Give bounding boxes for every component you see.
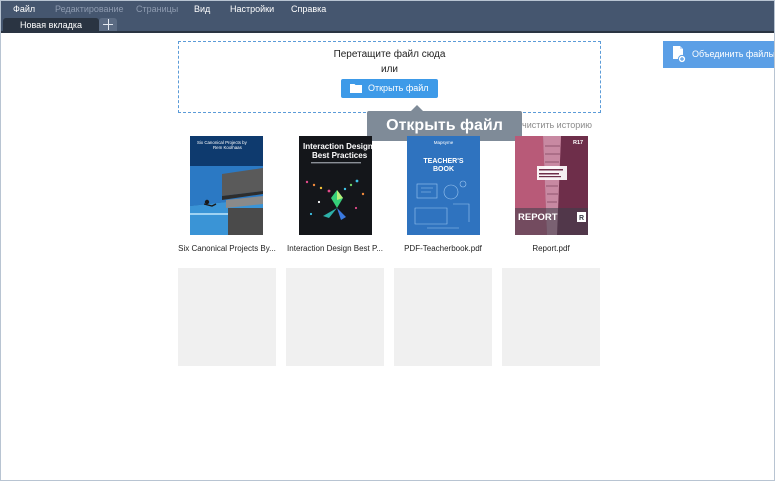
cover-logo: R: [579, 215, 584, 222]
open-file-label: Открыть файл: [368, 83, 429, 93]
menu-file[interactable]: Файл: [13, 4, 35, 14]
cover-title: REPORT: [518, 212, 558, 223]
file-thumbnail[interactable]: R17 REPORT R: [515, 136, 588, 235]
empty-file-slot: [394, 268, 492, 366]
merge-files-icon: [673, 46, 686, 63]
cover-title-line1: TEACHER'S: [423, 158, 463, 165]
menu-settings[interactable]: Настройки: [230, 4, 274, 14]
file-thumbnail[interactable]: Interaction Design Best Practices: [299, 136, 372, 235]
tab-new[interactable]: Новая вкладка: [3, 18, 99, 32]
menu-pages[interactable]: Страницы: [136, 4, 178, 14]
file-name[interactable]: Report.pdf: [501, 244, 601, 254]
file-thumbnail[interactable]: Six Canonical Projects by Rem Koolhaas: [190, 136, 263, 235]
plus-icon[interactable]: [99, 18, 117, 32]
file-name[interactable]: PDF-Teacherbook.pdf: [393, 244, 493, 254]
file-name[interactable]: Interaction Design Best P...: [285, 244, 385, 254]
menu-view[interactable]: Вид: [194, 4, 210, 14]
clear-history-link[interactable]: чистить историю: [522, 120, 592, 131]
cover-title-line1: Interaction Design: [303, 142, 372, 151]
folder-icon: [350, 84, 362, 93]
empty-file-slot: [178, 268, 276, 366]
cover-brand: Mapsyme: [434, 140, 454, 145]
cover-title-line2: BOOK: [433, 166, 454, 173]
cover-title-line2: Best Practices: [312, 151, 368, 160]
menu-bar: Файл Редактирование Страницы Вид Настрой…: [1, 1, 774, 17]
file-name[interactable]: Six Canonical Projects By...: [177, 244, 277, 254]
merge-files-label: Объединить файлы: [692, 49, 775, 59]
menu-help[interactable]: Справка: [291, 4, 326, 14]
cover-author: Rem Koolhaas: [213, 145, 243, 150]
drop-zone[interactable]: Перетащите файл сюда или Открыть файл: [178, 41, 601, 113]
drop-or: или: [380, 64, 398, 75]
tab-bar: Новая вкладка: [1, 17, 774, 32]
open-file-button[interactable]: Открыть файл: [341, 79, 438, 98]
tooltip-label: Открыть файл: [386, 117, 503, 134]
merge-files-button[interactable]: Объединить файлы: [663, 41, 775, 68]
empty-file-slot: [502, 268, 600, 366]
menu-edit[interactable]: Редактирование: [55, 4, 124, 14]
cover-number: R17: [573, 140, 583, 146]
drop-hint: Перетащите файл сюда: [333, 49, 446, 60]
tab-label: Новая вкладка: [20, 20, 83, 30]
app-window: Файл Редактирование Страницы Вид Настрой…: [0, 0, 775, 481]
tab-strip: [1, 31, 774, 33]
file-thumbnail[interactable]: Mapsyme TEACHER'S BOOK: [407, 136, 480, 235]
empty-file-slot: [286, 268, 384, 366]
